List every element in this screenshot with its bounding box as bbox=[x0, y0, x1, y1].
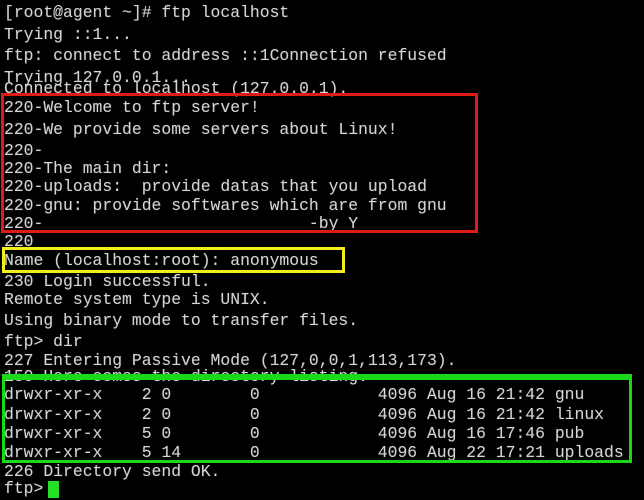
directory-listing-row: drwxr-xr-x 2 0 0 4096 Aug 16 21:42 gnu bbox=[4, 385, 585, 404]
terminal-line-login-name: Name (localhost:root): anonymous bbox=[4, 250, 319, 270]
terminal-prompt[interactable]: ftp> bbox=[4, 478, 43, 500]
text-cursor bbox=[48, 481, 59, 498]
terminal-line: ftp: connect to address ::1Connection re… bbox=[4, 46, 447, 65]
terminal-line: 220-Welcome to ftp server! bbox=[4, 98, 260, 117]
terminal-line: [root@agent ~]# ftp localhost bbox=[4, 3, 290, 22]
terminal-window[interactable]: [root@agent ~]# ftp localhost Trying ::1… bbox=[0, 0, 644, 500]
terminal-line: Remote system type is UNIX. bbox=[4, 290, 270, 309]
terminal-line: 220- -by Y bbox=[4, 214, 359, 233]
terminal-line: Trying ::1... bbox=[4, 24, 132, 44]
terminal-line: 220-We provide some servers about Linux! bbox=[4, 119, 398, 139]
terminal-line: Using binary mode to transfer files. bbox=[4, 311, 359, 330]
